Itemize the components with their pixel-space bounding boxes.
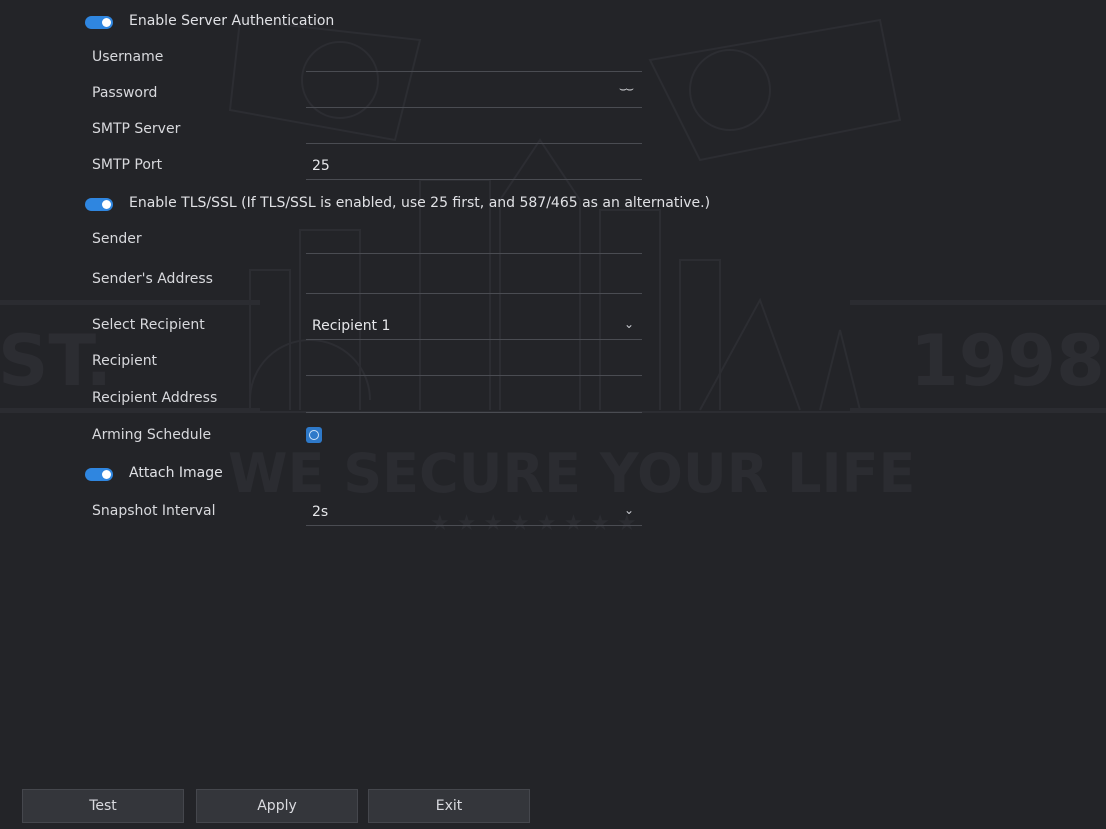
select-recipient-label: Select Recipient — [92, 317, 205, 333]
sender-address-label: Sender's Address — [92, 271, 213, 287]
show-password-icon[interactable]: ⌣⌣ — [619, 82, 634, 97]
username-input[interactable] — [306, 44, 642, 72]
recipient-label: Recipient — [92, 353, 158, 369]
password-input[interactable]: ⌣⌣ — [306, 80, 642, 108]
row-enable-tls: Enable TLS/SSL (If TLS/SSL is enabled, u… — [0, 186, 1106, 222]
smtp-port-value: 25 — [312, 158, 330, 174]
row-smtp-server: SMTP Server — [0, 112, 1106, 148]
row-sender-address: Sender's Address — [0, 262, 1106, 298]
row-recipient: Recipient — [0, 344, 1106, 380]
exit-button[interactable]: Exit — [368, 789, 530, 823]
username-label: Username — [92, 49, 164, 65]
button-bar: Test Apply Exit — [22, 789, 542, 823]
row-arming-schedule: Arming Schedule — [0, 418, 1106, 454]
recipient-address-label: Recipient Address — [92, 390, 218, 406]
test-button[interactable]: Test — [22, 789, 184, 823]
attach-image-label: Attach Image — [129, 465, 223, 481]
smtp-server-label: SMTP Server — [92, 121, 181, 137]
row-smtp-port: SMTP Port 25 — [0, 148, 1106, 184]
arming-schedule-label: Arming Schedule — [92, 427, 212, 443]
snapshot-interval-value: 2s — [312, 504, 329, 520]
password-label: Password — [92, 85, 158, 101]
row-sender: Sender — [0, 222, 1106, 258]
sender-input[interactable] — [306, 226, 642, 254]
row-select-recipient: Select Recipient Recipient 1 ⌄ — [0, 308, 1106, 344]
smtp-port-label: SMTP Port — [92, 157, 163, 173]
schedule-settings-icon[interactable] — [306, 427, 322, 443]
select-recipient-dropdown[interactable]: Recipient 1 ⌄ — [306, 312, 642, 340]
row-attach-image: Attach Image — [0, 456, 1106, 492]
row-recipient-address: Recipient Address — [0, 381, 1106, 417]
select-recipient-value: Recipient 1 — [312, 318, 391, 334]
tls-toggle[interactable] — [85, 198, 113, 211]
recipient-input[interactable] — [306, 348, 642, 376]
attach-image-toggle[interactable] — [85, 468, 113, 481]
smtp-server-input[interactable] — [306, 116, 642, 144]
sender-address-input[interactable] — [306, 266, 642, 294]
chevron-down-icon: ⌄ — [623, 503, 634, 517]
tls-label: Enable TLS/SSL (If TLS/SSL is enabled, u… — [129, 195, 711, 211]
snapshot-interval-label: Snapshot Interval — [92, 503, 216, 519]
smtp-port-input[interactable]: 25 — [306, 152, 642, 180]
sender-label: Sender — [92, 231, 142, 247]
row-password: Password ⌣⌣ — [0, 76, 1106, 112]
recipient-address-input[interactable] — [306, 385, 642, 413]
server-auth-label: Enable Server Authentication — [129, 13, 335, 29]
row-username: Username — [0, 40, 1106, 76]
apply-button[interactable]: Apply — [196, 789, 358, 823]
snapshot-interval-dropdown[interactable]: 2s ⌄ — [306, 498, 642, 526]
row-snapshot-interval: Snapshot Interval 2s ⌄ — [0, 494, 1106, 530]
row-enable-server-auth: Enable Server Authentication — [0, 4, 1106, 40]
server-auth-toggle[interactable] — [85, 16, 113, 29]
chevron-down-icon: ⌄ — [623, 317, 634, 331]
